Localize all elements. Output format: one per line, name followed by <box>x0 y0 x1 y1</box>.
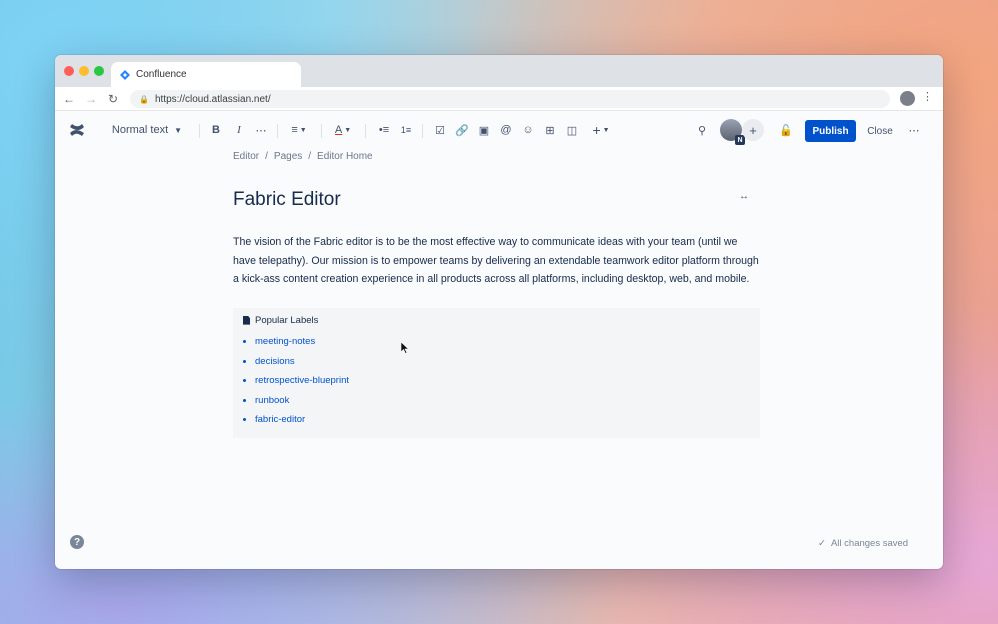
browser-menu-icon[interactable]: ⋮ <box>922 90 933 103</box>
breadcrumb-separator: / <box>308 150 312 162</box>
close-window-button[interactable] <box>64 66 74 76</box>
browser-profile-avatar[interactable] <box>900 91 915 106</box>
popular-labels-title: Popular Labels <box>255 314 319 326</box>
invite-plus-icon[interactable]: + <box>742 119 764 141</box>
maximize-window-button[interactable] <box>94 66 104 76</box>
minimize-window-button[interactable] <box>79 66 89 76</box>
toolbar-divider <box>321 124 322 138</box>
page-body-paragraph[interactable]: The vision of the Fabric editor is to be… <box>233 233 761 289</box>
help-icon[interactable]: ? <box>70 535 84 549</box>
document-icon <box>243 315 250 325</box>
chevron-down-icon: ▼ <box>174 125 183 135</box>
labels-list: meeting-notes decisions retrospective-bl… <box>243 332 750 430</box>
confluence-favicon-icon <box>120 69 130 80</box>
search-icon[interactable]: ⚲ <box>694 121 710 139</box>
back-arrow-icon[interactable]: ← <box>58 88 80 110</box>
action-item-icon[interactable]: ☑ <box>432 121 448 139</box>
save-status-text: All changes saved <box>830 538 909 549</box>
more-formatting-icon[interactable]: ⋯ <box>253 121 269 139</box>
italic-icon[interactable]: I <box>231 121 247 139</box>
page-title[interactable]: Fabric Editor <box>233 189 761 211</box>
toolbar-divider <box>422 124 423 138</box>
insert-plus-icon[interactable]: + ▼ <box>588 121 614 139</box>
more-options-icon[interactable]: ⋯ <box>905 121 923 139</box>
address-bar: ← → ↻ 🔒 https://cloud.atlassian.net/ ⋮ <box>55 87 943 111</box>
breadcrumb-separator: / <box>265 150 268 162</box>
text-color-icon[interactable]: A ▼ <box>331 121 355 139</box>
label-link[interactable]: retrospective-blueprint <box>243 371 750 391</box>
editor-content: Editor / Pages / Editor Home Fabric Edit… <box>233 149 761 438</box>
mention-icon[interactable]: @ <box>498 121 514 139</box>
toolbar-divider <box>199 124 200 138</box>
label-link[interactable]: fabric-editor <box>243 410 750 430</box>
forward-arrow-icon[interactable]: → <box>80 88 102 110</box>
label-link[interactable]: decisions <box>243 352 750 372</box>
toolbar-divider <box>365 124 366 138</box>
bold-icon[interactable]: B <box>208 121 224 139</box>
label-link[interactable]: meeting-notes <box>243 332 750 352</box>
tab-title: Confluence <box>136 69 187 80</box>
popular-labels-header: Popular Labels <box>243 314 750 326</box>
browser-window: Confluence ← → ↻ 🔒 https://cloud.atlassi… <box>55 55 943 569</box>
breadcrumb-editor[interactable]: Editor <box>233 151 259 162</box>
save-status: ✓ All changes saved <box>818 538 908 549</box>
layout-icon[interactable]: ◫ <box>564 121 580 139</box>
label-link[interactable]: runbook <box>243 391 750 411</box>
editor-toolbar: Normal text ▼ B I ⋯ ≡ ▼ A ▼ •≡ 1≡ ☑ 🔗 ▣ @ … <box>55 111 943 149</box>
text-style-dropdown[interactable]: Normal text ▼ <box>107 121 187 139</box>
breadcrumb: Editor / Pages / Editor Home <box>233 149 761 163</box>
browser-titlebar: Confluence <box>55 55 943 87</box>
popular-labels-macro[interactable]: Popular Labels meeting-notes decisions r… <box>233 308 760 438</box>
breadcrumb-editor-home[interactable]: Editor Home <box>317 151 373 162</box>
url-text: https://cloud.atlassian.net/ <box>154 93 271 105</box>
numbered-list-icon[interactable]: 1≡ <box>398 121 414 139</box>
emoji-icon[interactable]: ☺ <box>520 121 536 139</box>
reload-icon[interactable]: ↻ <box>102 88 124 110</box>
bullet-list-icon[interactable]: •≡ <box>376 121 392 139</box>
checkmark-icon: ✓ <box>818 538 826 549</box>
close-button[interactable]: Close <box>860 120 900 142</box>
restrictions-lock-icon[interactable]: 🔓 <box>777 121 795 139</box>
link-icon[interactable]: 🔗 <box>454 121 470 139</box>
confluence-logo-icon[interactable] <box>67 121 87 139</box>
text-style-label: Normal text <box>111 124 169 136</box>
url-field[interactable]: 🔒 https://cloud.atlassian.net/ <box>130 90 890 108</box>
lock-icon: 🔒 <box>139 94 149 104</box>
table-icon[interactable]: ⊞ <box>542 121 558 139</box>
browser-tab[interactable]: Confluence <box>111 62 301 87</box>
toolbar-divider <box>277 124 278 138</box>
publish-button[interactable]: Publish <box>805 120 856 142</box>
breadcrumb-pages[interactable]: Pages <box>274 151 302 162</box>
mouse-cursor-icon <box>401 342 409 354</box>
alignment-icon[interactable]: ≡ ▼ <box>287 121 311 139</box>
full-width-toggle-icon[interactable]: ↔ <box>739 191 749 202</box>
image-icon[interactable]: ▣ <box>476 121 492 139</box>
